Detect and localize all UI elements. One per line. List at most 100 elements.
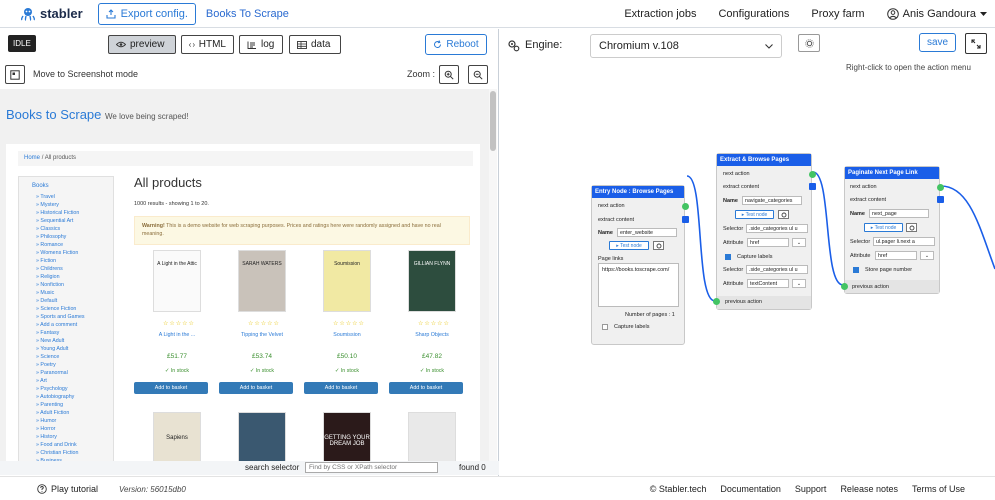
extract-attribute-dropdown[interactable]: ⌄ (792, 238, 806, 247)
category-item[interactable]: » Romance (36, 241, 85, 249)
book-cover[interactable]: GETTING YOUR DREAM JOB (323, 412, 371, 462)
category-item[interactable]: » History (36, 433, 85, 441)
category-item[interactable]: » Psychology (36, 385, 85, 393)
entry-node[interactable]: Entry Node : Browse Pages next action ex… (591, 185, 689, 345)
category-item[interactable]: » Christian Fiction (36, 449, 85, 457)
paginate-store-page-checkbox[interactable] (853, 267, 859, 273)
extract-next-port[interactable] (809, 171, 816, 178)
tab-html[interactable]: HTML (181, 35, 234, 54)
book-title[interactable]: Tipping the Velvet (219, 332, 305, 338)
category-item[interactable]: » Philosophy (36, 233, 85, 241)
extract-capture-labels-checkbox[interactable] (725, 254, 731, 260)
paginate-test-button[interactable]: ▸ Test node (864, 223, 903, 232)
book-cover[interactable] (408, 412, 456, 462)
category-item[interactable]: » Religion (36, 273, 85, 281)
book-cover[interactable]: SARAH WATERS (238, 250, 286, 312)
book-cover[interactable]: Sapiens (153, 412, 201, 462)
extract-name-input[interactable]: navigate_categories (742, 196, 802, 205)
tab-preview[interactable]: preview (108, 35, 176, 54)
extract-selector-input[interactable]: .side_categories ul u (746, 224, 808, 233)
book-title[interactable]: Sharp Objects (389, 332, 475, 338)
page-preview[interactable]: Books to Scrape We love being scraped! H… (0, 89, 489, 462)
category-item[interactable]: » Nonfiction (36, 281, 85, 289)
paginate-name-input[interactable]: next_page (869, 209, 929, 218)
book-title[interactable]: Soumission (304, 332, 390, 338)
search-selector-input[interactable] (305, 462, 438, 473)
extract-test-button[interactable]: ▸ Test node (735, 210, 774, 219)
entry-name-input[interactable]: enter_website (617, 228, 677, 237)
category-item[interactable]: » Food and Drink (36, 441, 85, 449)
book-cover[interactable] (238, 412, 286, 462)
extract-attribute2-dropdown[interactable]: ⌄ (792, 279, 806, 288)
add-to-basket-button[interactable]: Add to basket (219, 382, 293, 394)
tab-log[interactable]: log (239, 35, 283, 54)
paginate-settings-button[interactable] (906, 223, 917, 232)
book-title[interactable]: A Light in the ... (134, 332, 220, 338)
zoom-in-button[interactable] (439, 65, 459, 84)
footer-terms[interactable]: Terms of Use (912, 484, 965, 494)
category-item[interactable]: » Adult Fiction (36, 409, 85, 417)
category-item[interactable]: » Fiction (36, 257, 85, 265)
extract-extract-port[interactable] (809, 183, 816, 190)
category-item[interactable]: » Autobiography (36, 393, 85, 401)
category-item[interactable]: » Poetry (36, 361, 85, 369)
paginate-attribute-input[interactable]: href (875, 251, 917, 260)
category-item[interactable]: » Paranormal (36, 369, 85, 377)
extract-selector2-input[interactable]: .side_categories ul u (746, 265, 808, 274)
category-item[interactable]: » Historical Fiction (36, 209, 85, 217)
current-site-title[interactable]: Books To Scrape (206, 8, 289, 20)
entry-settings-button[interactable] (653, 241, 664, 250)
category-item[interactable]: » Horror (36, 425, 85, 433)
footer-documentation[interactable]: Documentation (720, 484, 781, 494)
entry-next-port[interactable] (682, 203, 689, 210)
category-item[interactable]: » Womens Fiction (36, 249, 85, 257)
category-item[interactable]: » Fantasy (36, 329, 85, 337)
sidebar-books-link[interactable]: Books (32, 183, 49, 189)
paginate-extract-port[interactable] (937, 196, 944, 203)
extract-node[interactable]: Extract & Browse Pages next action extra… (713, 153, 816, 310)
brand-logo[interactable]: stabler (20, 6, 83, 21)
nav-extraction-jobs[interactable]: Extraction jobs (624, 8, 696, 20)
category-item[interactable]: » Classics (36, 225, 85, 233)
export-config-button[interactable]: Export config. (97, 2, 196, 25)
book-cover[interactable]: A Light in the Attic (153, 250, 201, 312)
book-cover[interactable]: Soumission (323, 250, 371, 312)
add-to-basket-button[interactable]: Add to basket (389, 382, 463, 394)
extract-previous-port[interactable] (713, 298, 720, 305)
paginate-selector-input[interactable]: ul.pager li.next a (873, 237, 935, 246)
play-tutorial-link[interactable]: Play tutorial (37, 484, 98, 494)
add-to-basket-button[interactable]: Add to basket (134, 382, 208, 394)
category-item[interactable]: » Science Fiction (36, 305, 85, 313)
category-item[interactable]: » Add a comment (36, 321, 85, 329)
category-item[interactable]: » Young Adult (36, 345, 85, 353)
entry-extract-port[interactable] (682, 216, 689, 223)
category-item[interactable]: » New Adult (36, 337, 85, 345)
screenshot-mode-button[interactable] (5, 65, 25, 84)
category-item[interactable]: » Default (36, 297, 85, 305)
book-cover[interactable]: GILLIAN FLYNN (408, 250, 456, 312)
reboot-button[interactable]: Reboot (425, 34, 487, 55)
footer-support[interactable]: Support (795, 484, 827, 494)
paginate-next-port[interactable] (937, 184, 944, 191)
category-item[interactable]: » Sequential Art (36, 217, 85, 225)
category-item[interactable]: » Science (36, 353, 85, 361)
breadcrumb-home[interactable]: Home (24, 155, 40, 161)
preview-scrollbar[interactable] (489, 89, 497, 462)
nav-proxy-farm[interactable]: Proxy farm (811, 8, 864, 20)
entry-test-button[interactable]: ▸ Test node (609, 241, 649, 250)
category-item[interactable]: » Travel (36, 193, 85, 201)
extract-attribute2-input[interactable]: textContent (747, 279, 789, 288)
scrollbar-thumb[interactable] (490, 91, 496, 151)
entry-capture-labels-checkbox[interactable] (602, 324, 608, 330)
nav-configurations[interactable]: Configurations (718, 8, 789, 20)
category-item[interactable]: » Sports and Games (36, 313, 85, 321)
category-item[interactable]: » Childrens (36, 265, 85, 273)
footer-copyright[interactable]: © Stabler.tech (650, 484, 707, 494)
tab-data[interactable]: data (289, 35, 341, 54)
category-item[interactable]: » Humor (36, 417, 85, 425)
extract-attribute-input[interactable]: href (747, 238, 789, 247)
category-item[interactable]: » Art (36, 377, 85, 385)
user-menu[interactable]: Anis Gandoura (886, 8, 987, 20)
entry-page-links-textarea[interactable]: https://books.toscrape.com/ (598, 263, 679, 307)
zoom-out-button[interactable] (468, 65, 488, 84)
